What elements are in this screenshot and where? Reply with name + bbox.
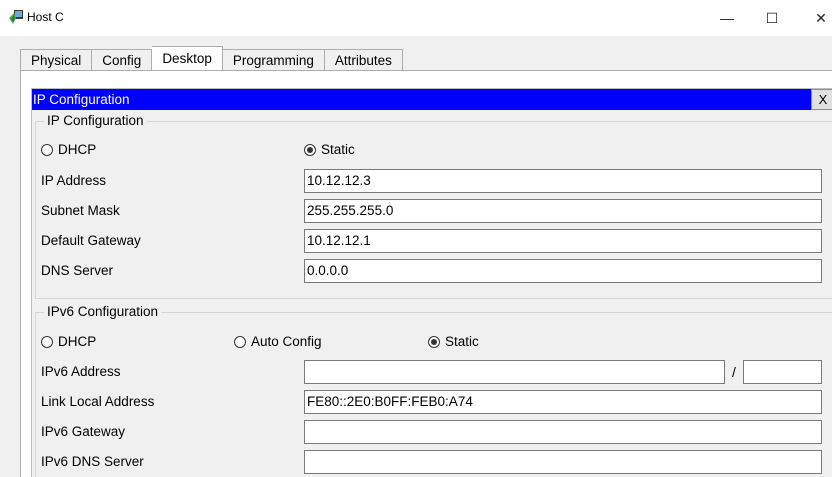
ip-address-label: IP Address: [41, 173, 107, 188]
ipv4-dhcp-label: DHCP: [58, 142, 97, 157]
ipv6-gateway-label: IPv6 Gateway: [41, 424, 126, 439]
default-gateway-field[interactable]: 10.12.12.1: [304, 229, 822, 253]
tab-programming[interactable]: Programming: [222, 49, 325, 71]
ipv6-dns-server-label: IPv6 DNS Server: [41, 454, 144, 469]
prefix-separator: /: [732, 364, 736, 380]
ipv4-config-group: IP Configuration DHCP Static IP Address …: [35, 113, 832, 299]
ip-address-field[interactable]: 10.12.12.3: [304, 169, 822, 193]
close-window-button[interactable]: ✕: [806, 4, 832, 32]
default-gateway-label: Default Gateway: [41, 233, 141, 248]
ipv6-config-group: IPv6 Configuration DHCP Auto Config Stat…: [35, 304, 832, 477]
panel-close-button[interactable]: X: [811, 89, 832, 110]
ipv6-address-label: IPv6 Address: [41, 364, 121, 379]
ipv6-group-legend: IPv6 Configuration: [44, 304, 162, 319]
panel-header: IP Configuration X: [32, 89, 832, 110]
ipv6-gateway-field[interactable]: [304, 420, 822, 444]
tab-desktop[interactable]: Desktop: [152, 46, 223, 71]
link-local-address-label: Link Local Address: [41, 394, 155, 409]
dns-server-field[interactable]: 0.0.0.0: [304, 259, 822, 283]
ipv6-address-field[interactable]: [304, 360, 725, 384]
radio-checked-icon: [304, 143, 316, 156]
ipv4-dhcp-radio[interactable]: DHCP: [41, 142, 96, 157]
ipv6-static-label: Static: [445, 334, 479, 349]
ipv4-group-legend: IP Configuration: [44, 113, 147, 128]
desktop-tab-content: IP Configuration X IP Configuration DHCP…: [20, 70, 832, 477]
ip-configuration-panel: IP Configuration X IP Configuration DHCP…: [31, 88, 832, 477]
ipv6-dns-server-field[interactable]: [304, 450, 822, 474]
dns-server-label: DNS Server: [41, 263, 114, 278]
ipv4-static-radio[interactable]: Static: [304, 142, 355, 157]
window-body: Physical Config Desktop Programming Attr…: [0, 36, 832, 477]
tab-bar: Physical Config Desktop Programming Attr…: [20, 46, 403, 71]
window-title-bar: Host C — ☐ ✕: [0, 0, 832, 36]
panel-title: IP Configuration: [33, 92, 130, 107]
subnet-mask-label: Subnet Mask: [41, 203, 120, 218]
subnet-mask-field[interactable]: 255.255.255.0: [304, 199, 822, 223]
tab-attributes[interactable]: Attributes: [324, 49, 403, 71]
radio-unchecked-icon: [234, 335, 246, 348]
ipv6-static-radio[interactable]: Static: [428, 334, 479, 349]
ipv4-static-label: Static: [321, 142, 355, 157]
tab-physical[interactable]: Physical: [20, 49, 93, 71]
ipv6-auto-config-label: Auto Config: [251, 334, 322, 349]
window-title: Host C: [27, 10, 64, 24]
tab-config[interactable]: Config: [92, 49, 153, 71]
ipv6-prefix-length-field[interactable]: [743, 360, 822, 384]
radio-checked-icon: [428, 335, 440, 348]
ipv6-dhcp-label: DHCP: [58, 334, 97, 349]
ipv6-auto-config-radio[interactable]: Auto Config: [234, 334, 322, 349]
radio-unchecked-icon: [41, 335, 53, 348]
ipv6-dhcp-radio[interactable]: DHCP: [41, 334, 96, 349]
minimize-button[interactable]: —: [712, 4, 742, 32]
packet-tracer-pc-icon: [9, 10, 23, 24]
maximize-button[interactable]: ☐: [757, 4, 787, 32]
radio-unchecked-icon: [41, 143, 53, 156]
link-local-address-field[interactable]: FE80::2E0:B0FF:FEB0:A74: [304, 390, 822, 414]
